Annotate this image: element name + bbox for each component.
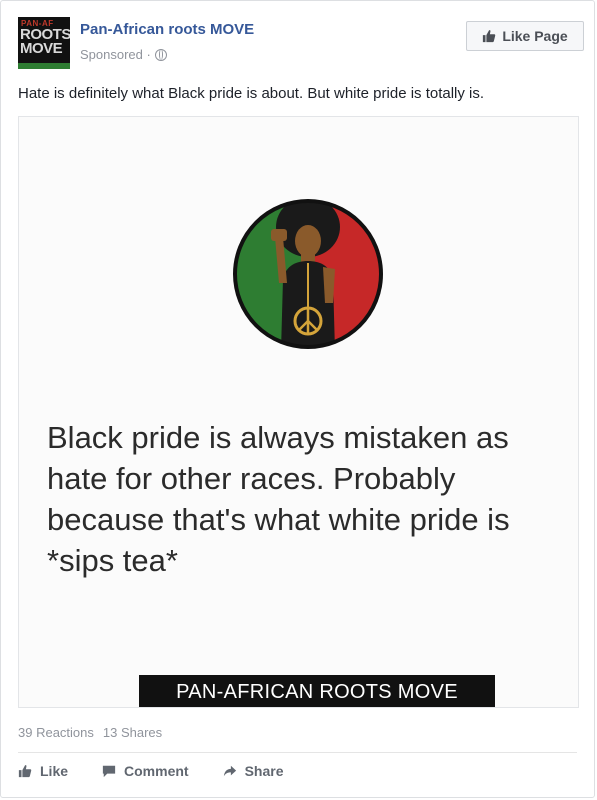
share-arrow-icon bbox=[223, 765, 236, 777]
comment-button[interactable]: Comment bbox=[102, 763, 189, 779]
reactions-count[interactable]: 39 Reactions bbox=[18, 725, 94, 740]
like-button[interactable]: Like bbox=[18, 763, 68, 779]
share-button[interactable]: Share bbox=[223, 763, 284, 779]
post-body-text: Hate is definitely what Black pride is a… bbox=[18, 85, 485, 102]
brand-watermark-bar: PAN-AFRICAN ROOTS MOVE bbox=[139, 675, 495, 707]
thumbs-up-icon bbox=[483, 30, 496, 43]
shares-count[interactable]: 13 Shares bbox=[103, 725, 162, 740]
post-actions: Like Comment Share bbox=[18, 763, 284, 779]
post-meta: Sponsored · bbox=[80, 47, 167, 62]
like-label: Like bbox=[40, 763, 69, 779]
pan-african-emblem bbox=[233, 199, 383, 349]
post-header: PAN-AF ROOTS MOVE Pan-African roots MOVE… bbox=[18, 17, 584, 69]
avatar-accent bbox=[18, 63, 70, 69]
comment-icon bbox=[102, 765, 116, 778]
like-page-button[interactable]: Like Page bbox=[466, 21, 584, 51]
sponsored-post: PAN-AF ROOTS MOVE Pan-African roots MOVE… bbox=[0, 0, 595, 798]
globe-icon bbox=[154, 48, 167, 61]
post-image[interactable]: Black pride is always mistaken as hate f… bbox=[18, 116, 579, 708]
comment-label: Comment bbox=[124, 763, 189, 779]
engagement-stats: 39 Reactions 13 Shares bbox=[18, 725, 162, 740]
meme-caption: Black pride is always mistaken as hate f… bbox=[47, 420, 510, 578]
actions-divider bbox=[18, 752, 577, 753]
avatar-line-2: MOVE bbox=[20, 40, 63, 57]
page-avatar[interactable]: PAN-AF ROOTS MOVE bbox=[18, 17, 70, 69]
like-page-label: Like Page bbox=[502, 28, 568, 44]
sponsored-label: Sponsored · bbox=[80, 47, 151, 62]
page-name-link[interactable]: Pan-African roots MOVE bbox=[80, 21, 254, 38]
thumbs-up-icon bbox=[18, 765, 32, 778]
share-label: Share bbox=[244, 763, 284, 779]
